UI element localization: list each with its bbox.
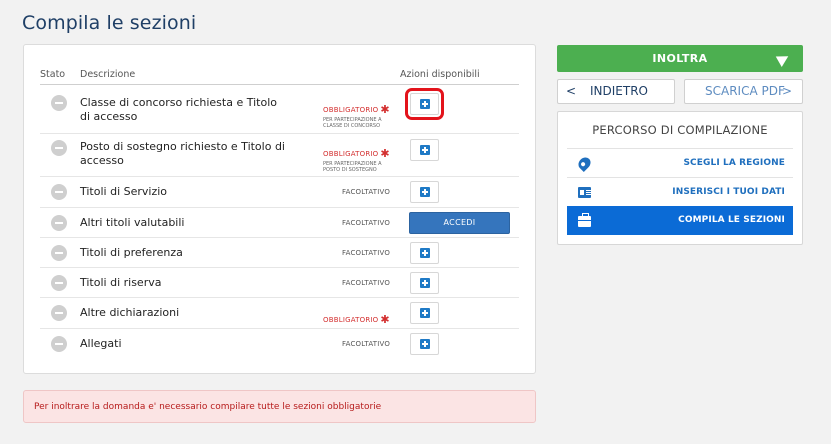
percorso-title: PERCORSO DI COMPILAZIONE — [592, 123, 768, 137]
inoltra-button[interactable]: INOLTRA — [557, 45, 803, 72]
briefcase-icon — [578, 213, 591, 227]
section-label: Posto di sostegno richiesto e Titolo di … — [80, 140, 285, 167]
section-label: Titoli di preferenza — [80, 246, 183, 259]
add-section-button[interactable] — [410, 242, 439, 264]
status-icon — [51, 95, 67, 111]
table-row: Posto di sostegno richiesto e Titolo di … — [40, 134, 519, 177]
step-scegli-regione[interactable]: SCEGLI LA REGIONE — [567, 148, 793, 177]
required-star-icon: ✱ — [380, 147, 390, 160]
accedi-button[interactable]: ACCEDI — [409, 212, 510, 234]
header-descrizione: Descrizione — [80, 69, 136, 80]
status-icon — [51, 215, 67, 231]
indietro-label: INDIETRO — [590, 84, 648, 98]
sections-card: Stato Descrizione Azioni disponibili Cla… — [23, 44, 536, 374]
optional-label: FACOLTATIVO — [342, 249, 391, 257]
add-section-button[interactable] — [410, 181, 439, 203]
required-label: OBBLIGATORIO — [323, 106, 379, 114]
add-section-button[interactable] — [410, 333, 439, 355]
table-row: Titoli di Servizio FACOLTATIVO — [40, 177, 519, 208]
status-icon — [51, 275, 67, 291]
header-azioni: Azioni disponibili — [400, 69, 480, 80]
required-label: OBBLIGATORIO — [323, 150, 379, 158]
add-section-button[interactable] — [410, 272, 439, 294]
indietro-button[interactable]: < INDIETRO — [557, 79, 675, 104]
optional-label: FACOLTATIVO — [342, 340, 391, 348]
table-row: Classe di concorso richiesta e Titolo di… — [40, 88, 519, 134]
section-label: Altri titoli valutabili — [80, 216, 185, 229]
required-note: PER PARTECIPAZIONE A CLASSE DI CONCORSO — [323, 117, 382, 129]
page-title: Compila le sezioni — [22, 12, 197, 34]
scarica-pdf-label: SCARICA PDF — [705, 84, 785, 98]
inoltra-label: INOLTRA — [652, 52, 708, 65]
section-label: Titoli di riserva — [80, 276, 162, 289]
header-stato: Stato — [40, 69, 66, 80]
optional-label: FACOLTATIVO — [342, 219, 391, 227]
chevron-right-icon: > — [781, 84, 792, 98]
required-label: OBBLIGATORIO — [323, 316, 379, 324]
table-row: Titoli di riserva FACOLTATIVO — [40, 268, 519, 298]
table-row: Altri titoli valutabili FACOLTATIVO ACCE… — [40, 208, 519, 238]
required-star-icon: ✱ — [380, 313, 390, 326]
map-pin-icon — [576, 155, 593, 172]
table-row: Altre dichiarazioni OBBLIGATORIO ✱ — [40, 298, 519, 329]
plus-icon — [420, 308, 430, 318]
step-label: COMPILA LE SEZIONI — [678, 215, 785, 225]
section-label: Allegati — [80, 337, 122, 350]
status-icon — [51, 305, 67, 321]
table-row: Titoli di preferenza FACOLTATIVO — [40, 238, 519, 268]
section-label: Altre dichiarazioni — [80, 306, 180, 319]
status-icon — [51, 336, 67, 352]
required-tag: OBBLIGATORIO ✱ PER PARTECIPAZIONE A POSTO… — [323, 141, 390, 173]
plus-icon — [420, 339, 430, 349]
step-compila-sezioni[interactable]: COMPILA LE SEZIONI — [567, 206, 793, 235]
add-section-button[interactable] — [410, 302, 439, 324]
plus-icon — [420, 248, 430, 258]
scarica-pdf-button[interactable]: SCARICA PDF > — [684, 79, 803, 104]
percorso-panel: PERCORSO DI COMPILAZIONE SCEGLI LA REGIO… — [557, 111, 803, 245]
status-icon — [51, 184, 67, 200]
step-label: SCEGLI LA REGIONE — [683, 158, 785, 168]
section-label: Titoli di Servizio — [80, 185, 168, 198]
plus-icon — [420, 187, 430, 197]
id-card-icon — [578, 187, 591, 198]
alert-message: Per inoltrare la domanda e' necessario c… — [23, 390, 536, 423]
required-tag: OBBLIGATORIO ✱ PER PARTECIPAZIONE A CLASS… — [323, 97, 390, 129]
step-label: INSERISCI I TUOI DATI — [672, 187, 785, 197]
add-section-button[interactable] — [405, 88, 444, 120]
required-note: PER PARTECIPAZIONE A POSTO DI SOSTEGNO — [323, 161, 382, 173]
status-icon — [51, 245, 67, 261]
plus-icon — [420, 99, 430, 109]
optional-label: FACOLTATIVO — [342, 188, 391, 196]
optional-label: FACOLTATIVO — [342, 279, 391, 287]
section-label: Classe di concorso richiesta e Titolo di… — [80, 96, 277, 123]
status-icon — [51, 140, 67, 156]
table-header: Stato Descrizione Azioni disponibili — [40, 69, 519, 85]
plus-icon — [420, 145, 430, 155]
chevron-left-icon: < — [566, 84, 577, 98]
required-tag: OBBLIGATORIO ✱ — [323, 307, 390, 326]
add-section-button[interactable] — [410, 139, 439, 161]
table-row: Allegati FACOLTATIVO — [40, 329, 519, 359]
required-star-icon: ✱ — [380, 103, 390, 116]
plus-icon — [420, 278, 430, 288]
step-inserisci-dati[interactable]: INSERISCI I TUOI DATI — [567, 177, 793, 206]
